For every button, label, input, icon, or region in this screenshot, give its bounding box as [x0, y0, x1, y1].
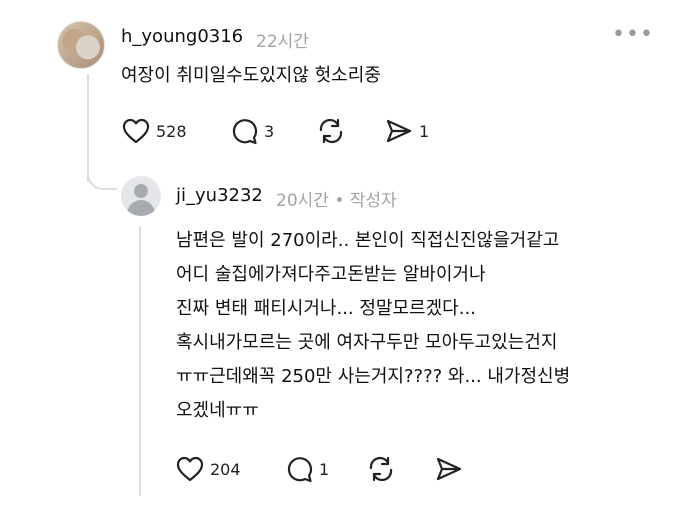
- timestamp: 22시간: [256, 32, 309, 52]
- comment-icon: [230, 118, 258, 145]
- reply-button[interactable]: 1: [285, 456, 329, 483]
- heart-icon: [122, 118, 150, 144]
- repost-icon: [367, 456, 395, 482]
- comment-text: 여장이 취미일수도있지않 헛소리중: [121, 65, 381, 86]
- repost-button[interactable]: [317, 118, 345, 144]
- reply-text-line: 남편은 발이 270이라.. 본인이 직접신진않을거같고: [176, 230, 560, 251]
- share-button[interactable]: [435, 456, 463, 482]
- heart-icon: [176, 456, 204, 482]
- like-count: 528: [156, 121, 187, 141]
- reply-text-line: ㅠㅠ근데왜꼭 250만 사는거지???? 와... 내가정신병: [176, 366, 571, 387]
- like-button[interactable]: 204: [176, 456, 241, 482]
- share-count: 1: [419, 121, 430, 141]
- thread-line: [139, 226, 141, 496]
- reply-text: 남편은 발이 270이라.. 본인이 직접신진않을거같고 어디 술집에가져다주고…: [176, 224, 570, 428]
- reply-text-line: 오겠네ㅠㅠ: [176, 400, 259, 421]
- thread-connector: [87, 162, 117, 190]
- avatar[interactable]: [57, 21, 105, 69]
- more-icon[interactable]: •••: [612, 22, 654, 47]
- like-button[interactable]: 528: [122, 118, 187, 144]
- like-count: 204: [210, 459, 241, 479]
- reply-button[interactable]: 3: [230, 118, 274, 145]
- comment-icon: [285, 456, 313, 483]
- avatar[interactable]: [121, 176, 161, 216]
- reply-count: 3: [264, 122, 275, 141]
- share-button[interactable]: 1: [385, 118, 429, 144]
- repost-icon: [317, 118, 345, 144]
- timestamp: 20시간 • 작성자: [276, 191, 397, 211]
- username[interactable]: ji_yu3232: [176, 185, 263, 206]
- send-icon: [435, 456, 463, 482]
- reply-count: 1: [319, 460, 330, 479]
- reply-text-line: 혹시내가모르는 곳에 여자구두만 모아두고있는건지: [176, 332, 558, 353]
- reply-text-line: 진짜 변태 패티시거나... 정말모르겠다...: [176, 298, 476, 319]
- send-icon: [385, 118, 413, 144]
- username[interactable]: h_young0316: [121, 26, 243, 47]
- reply-text-line: 어디 술집에가져다주고돈받는 알바이거나: [176, 264, 486, 285]
- repost-button[interactable]: [367, 456, 395, 482]
